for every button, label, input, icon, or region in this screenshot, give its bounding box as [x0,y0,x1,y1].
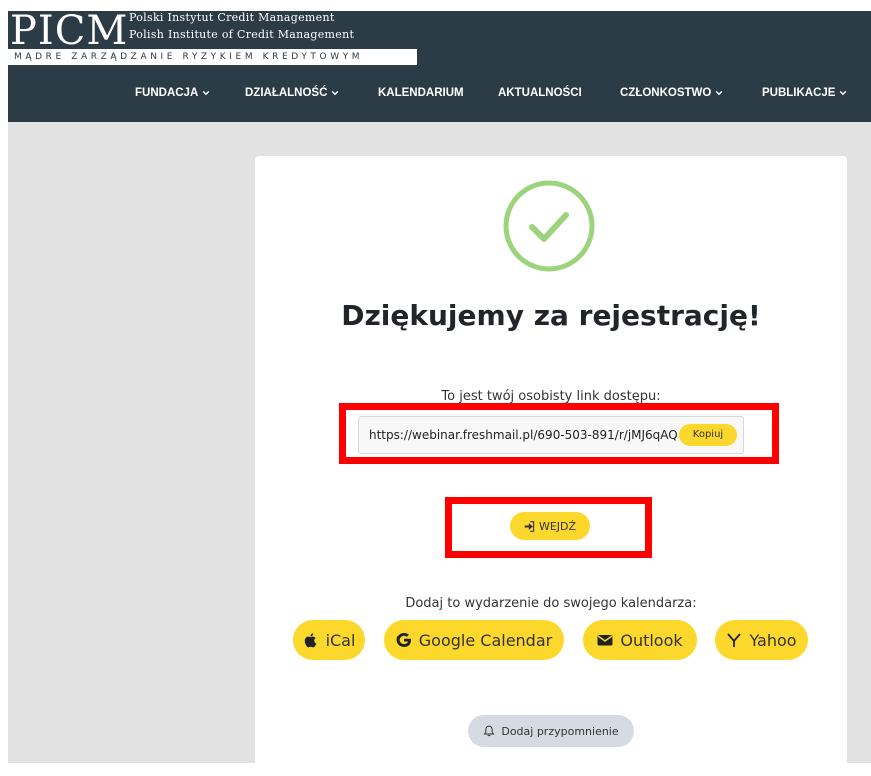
envelope-icon [597,635,613,646]
ical-button[interactable]: iCal [293,620,365,660]
picm-logo[interactable]: PICM Polski Instytut Credit Management P… [8,8,428,71]
nav-item-label: FUNDACJA [135,87,199,99]
outlook-label: Outlook [620,630,683,650]
yahoo-icon [727,633,742,647]
google-icon [396,633,411,647]
nav-item-label: PUBLIKACJE [762,87,836,99]
page-title: Dziękujemy za rejestrację! [341,299,761,332]
logo-wordmark: PICM [10,8,129,54]
yahoo-button[interactable]: Yahoo [715,620,808,660]
main-nav: FUNDACJA DZIAŁALNOŚĆ KALENDARIUM AKTUALN… [8,87,871,107]
logo-subtitle-pl: Polski Instytut Credit Management [129,11,335,24]
add-reminder-label: Dodaj przypomnienie [501,724,619,738]
chevron-down-icon [716,90,723,96]
nav-item-publikacje[interactable]: PUBLIKACJE [762,87,847,99]
check-circle-icon [503,180,595,272]
ical-label: iCal [325,630,356,650]
nav-item-czlonkostwo[interactable]: CZŁONKOSTWO [620,87,723,99]
yahoo-label: Yahoo [749,630,797,650]
outlook-button[interactable]: Outlook [583,620,697,660]
nav-item-dzialalnosc[interactable]: DZIAŁALNOŚĆ [245,87,339,99]
nav-item-aktualnosci[interactable]: AKTUALNOŚCI [498,87,582,99]
nav-item-kalendarium[interactable]: KALENDARIUM [378,87,464,99]
highlight-box-enter [445,497,652,558]
google-calendar-label: Google Calendar [418,630,553,650]
chevron-down-icon [202,90,210,96]
calendar-prompt: Dodaj to wydarzenie do swojego kalendarz… [405,596,697,611]
nav-item-fundacja[interactable]: FUNDACJA [135,87,210,99]
logo-tagline: MĄDRE ZARZĄDZANIE RYZYKIEM KREDYTOWYM [8,49,417,65]
add-reminder-button[interactable]: Dodaj przypomnienie [468,715,634,747]
logo-subtitle-en: Polish Institute of Credit Management [129,28,355,41]
highlight-box-link [339,403,779,464]
nav-item-label: KALENDARIUM [378,87,464,99]
apple-icon [304,633,316,648]
nav-item-label: DZIAŁALNOŚĆ [245,87,328,99]
chevron-down-icon [840,90,847,96]
site-header: PICM Polski Instytut Credit Management P… [8,8,871,122]
google-calendar-button[interactable]: Google Calendar [384,620,564,660]
nav-item-label: CZŁONKOSTWO [620,87,712,99]
bell-icon [483,725,495,737]
chevron-down-icon [332,90,339,96]
nav-item-label: AKTUALNOŚCI [498,87,582,99]
registration-confirmation-card: Dziękujemy za rejestrację! To jest twój … [255,156,847,776]
access-link-label: To jest twój osobisty link dostępu: [441,389,661,404]
